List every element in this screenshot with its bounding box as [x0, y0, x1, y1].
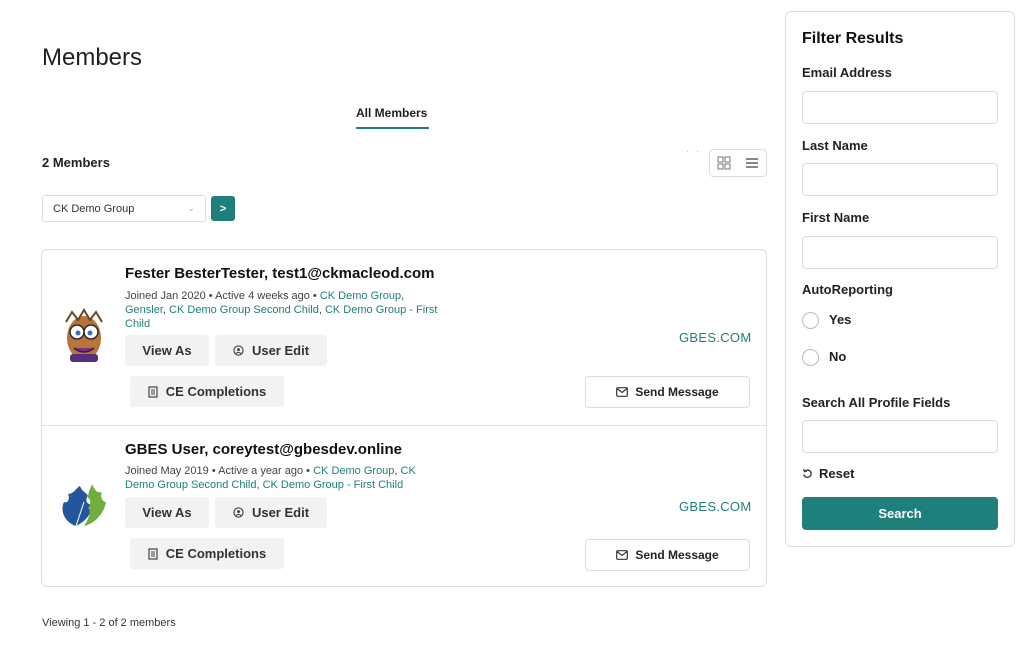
last-name-label: Last Name [802, 138, 868, 153]
tab-active-underline [356, 127, 429, 129]
member-site-link[interactable]: GBES.COM [679, 499, 751, 514]
email-field[interactable] [802, 91, 998, 124]
filter-title: Filter Results [802, 30, 904, 47]
user-edit-label: User Edit [251, 505, 310, 520]
autoreporting-yes-radio[interactable] [802, 312, 819, 329]
member-name[interactable]: Fester BesterTester, test1@ckmacleod.com [125, 265, 435, 282]
page-title: Members [42, 44, 143, 71]
view-toggle [709, 149, 767, 177]
list-view-button[interactable] [738, 150, 766, 176]
send-message-label: Send Message [635, 385, 719, 399]
avatar[interactable] [58, 308, 110, 364]
member-meta: Joined May 2019 • Active a year ago • CK… [125, 465, 416, 491]
document-icon [148, 385, 158, 398]
envelope-icon [616, 550, 629, 560]
user-edit-button[interactable]: User Edit [215, 497, 327, 528]
autoreporting-label: AutoReporting [802, 282, 893, 297]
row-divider [42, 425, 766, 426]
autoreporting-yes-label: Yes [829, 312, 852, 327]
view-as-button[interactable]: View As [125, 497, 209, 528]
group-link[interactable]: CK Demo Group Second Child [169, 304, 319, 316]
user-edit-icon [233, 507, 244, 518]
user-edit-button[interactable]: User Edit [215, 335, 327, 366]
first-name-field[interactable] [802, 236, 998, 269]
search-button[interactable]: Search [802, 497, 998, 530]
send-message-label: Send Message [635, 548, 719, 562]
user-edit-icon [233, 345, 244, 356]
member-count: 2 Members [42, 155, 110, 170]
view-as-label: View As [142, 343, 192, 358]
send-message-button[interactable]: Send Message [585, 376, 750, 408]
group-link[interactable]: CK Demo Group [313, 465, 394, 477]
reset-label: Reset [819, 466, 855, 481]
group-link[interactable]: CK Demo Group - First Child [263, 479, 404, 491]
group-select[interactable]: CK Demo Group ⌄ [42, 195, 206, 222]
avatar-cartoon-icon [65, 308, 103, 362]
ce-completions-label: CE Completions [165, 546, 267, 561]
group-select-value: CK Demo Group [53, 202, 135, 215]
reset-icon [802, 469, 812, 478]
grid-icon [717, 156, 731, 170]
group-go-button[interactable]: > [211, 196, 235, 221]
view-as-label: View As [142, 505, 192, 520]
ce-completions-button[interactable]: CE Completions [130, 376, 284, 407]
reset-button[interactable]: Reset [802, 466, 854, 481]
ce-completions-button[interactable]: CE Completions [130, 538, 284, 569]
document-icon [148, 547, 158, 560]
envelope-icon [616, 387, 629, 397]
member-name[interactable]: GBES User, coreytest@gbesdev.online [125, 441, 402, 458]
list-icon [746, 158, 758, 168]
send-message-button[interactable]: Send Message [585, 539, 750, 571]
group-link[interactable]: Gensler [125, 304, 163, 316]
group-link[interactable]: CK Demo Group [320, 290, 401, 302]
oak-leaf-logo-icon [62, 484, 106, 527]
loading-dots: · · [686, 146, 702, 157]
view-as-button[interactable]: View As [125, 335, 209, 366]
autoreporting-no-label: No [829, 349, 847, 364]
last-name-field[interactable] [802, 163, 998, 196]
grid-view-button[interactable] [710, 150, 738, 176]
member-activity: Joined Jan 2020 • Active 4 weeks ago • [125, 290, 317, 302]
member-activity: Joined May 2019 • Active a year ago • [125, 465, 311, 477]
first-name-label: First Name [802, 210, 870, 225]
tab-all-members[interactable]: All Members [356, 106, 427, 120]
autoreporting-no-radio[interactable] [802, 349, 819, 366]
email-label: Email Address [802, 65, 892, 80]
pagination-summary: Viewing 1 - 2 of 2 members [42, 617, 176, 629]
member-meta: Joined Jan 2020 • Active 4 weeks ago • C… [125, 290, 438, 330]
chevron-down-icon: ⌄ [187, 203, 195, 213]
user-edit-label: User Edit [251, 343, 310, 358]
search-all-label: Search All Profile Fields [802, 395, 951, 410]
avatar[interactable] [58, 482, 110, 530]
ce-completions-label: CE Completions [165, 384, 267, 399]
member-site-link[interactable]: GBES.COM [679, 330, 751, 345]
search-all-field[interactable] [802, 420, 998, 453]
